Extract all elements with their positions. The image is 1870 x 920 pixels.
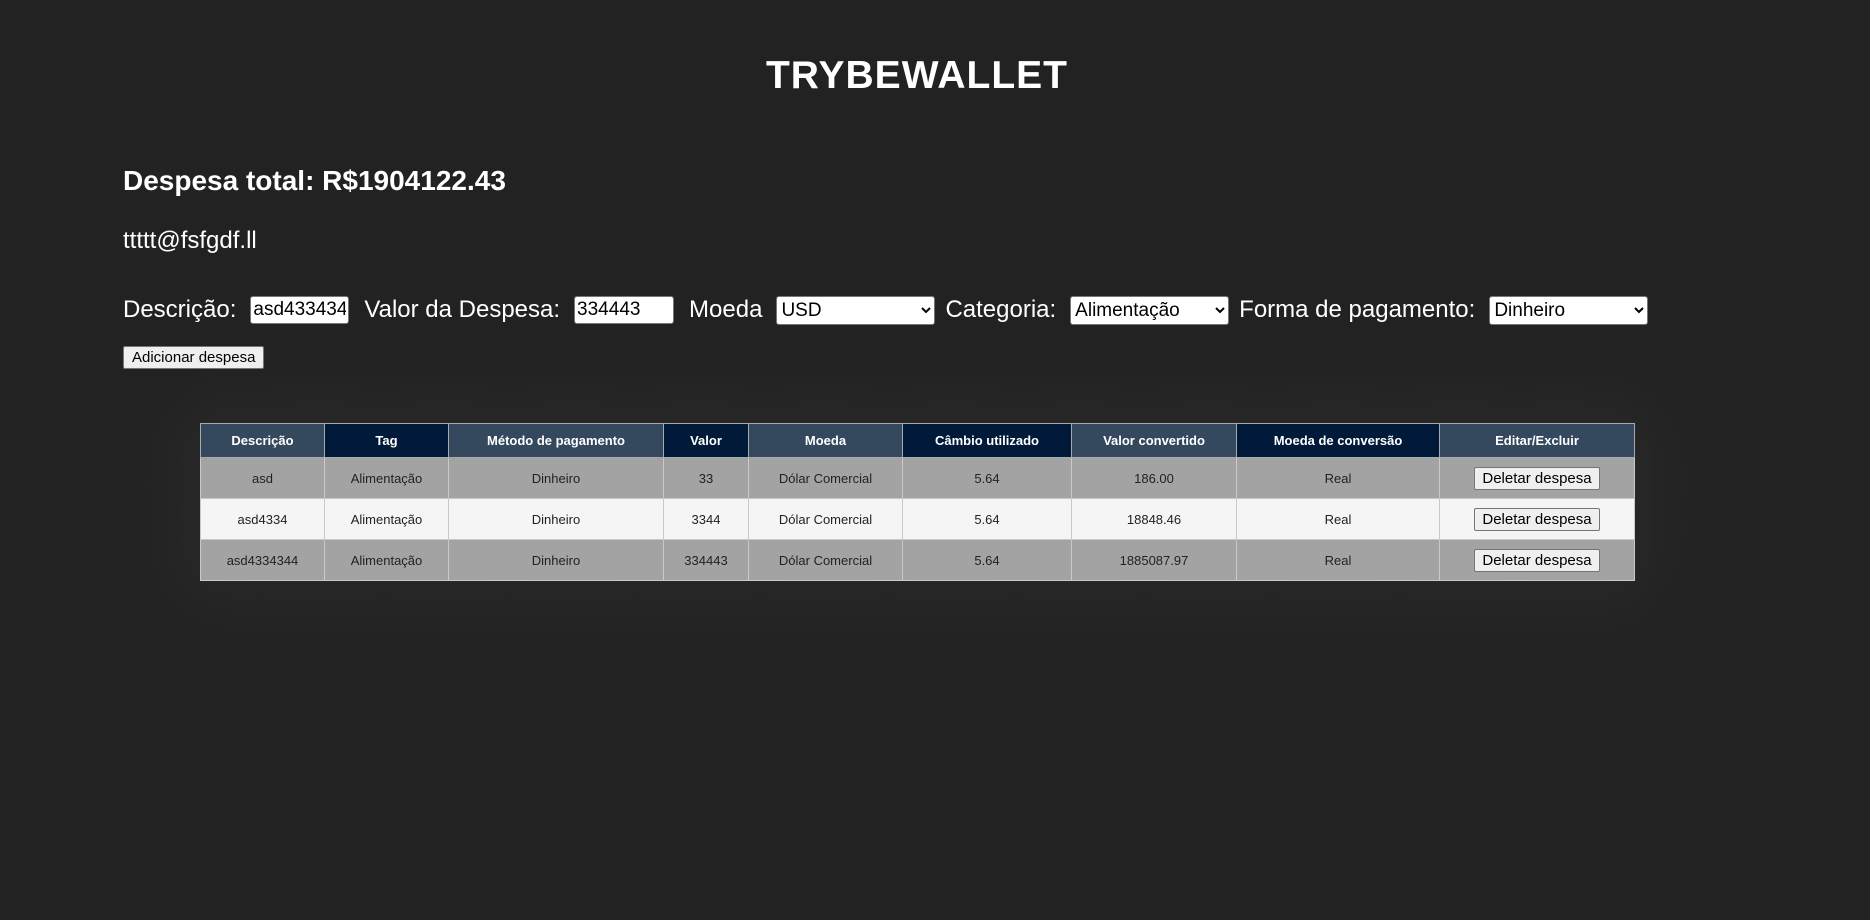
- currency-label: Moeda: [689, 296, 763, 323]
- delete-expense-button[interactable]: Deletar despesa: [1474, 507, 1600, 531]
- header-payment-method: Método de pagamento: [448, 423, 664, 458]
- cell-currency: Dólar Comercial: [748, 498, 903, 540]
- header-value: Valor: [663, 423, 749, 458]
- expense-form: Descrição: Valor da Despesa: Moeda USD C…: [123, 294, 1658, 326]
- cell-exchange-rate: 5.64: [902, 539, 1072, 581]
- expense-table-container: Descrição Tag Método de pagamento Valor …: [200, 423, 1635, 581]
- cell-payment-method: Dinheiro: [448, 457, 664, 499]
- cell-exchange-rate: 5.64: [902, 498, 1072, 540]
- cell-actions: Deletar despesa: [1439, 498, 1635, 540]
- cell-currency: Dólar Comercial: [748, 457, 903, 499]
- cell-value: 33: [663, 457, 749, 499]
- app-title: TRYBEWALLET: [765, 54, 1069, 97]
- total-expense: Despesa total: R$1904122.43: [123, 165, 506, 196]
- table-row: asd4334344 Alimentação Dinheiro 334443 D…: [200, 539, 1635, 581]
- cell-description: asd4334344: [200, 539, 325, 581]
- header-edit-delete: Editar/Excluir: [1439, 423, 1635, 458]
- cell-description: asd: [200, 457, 325, 499]
- table-row: asd4334 Alimentação Dinheiro 3344 Dólar …: [200, 498, 1635, 540]
- cell-converted-value: 18848.46: [1071, 498, 1237, 540]
- cell-currency: Dólar Comercial: [748, 539, 903, 581]
- cell-value: 334443: [663, 539, 749, 581]
- category-select[interactable]: Alimentação: [1070, 295, 1230, 325]
- cell-actions: Deletar despesa: [1439, 539, 1635, 581]
- value-input[interactable]: [574, 296, 675, 324]
- cell-value: 3344: [663, 498, 749, 540]
- delete-expense-button[interactable]: Deletar despesa: [1474, 466, 1600, 490]
- cell-tag: Alimentação: [324, 539, 449, 581]
- header-description: Descrição: [200, 423, 325, 458]
- header-tag: Tag: [324, 423, 449, 458]
- currency-select[interactable]: USD: [776, 295, 936, 325]
- cell-conversion-currency: Real: [1236, 457, 1440, 499]
- table-header-row: Descrição Tag Método de pagamento Valor …: [200, 423, 1635, 458]
- header-currency: Moeda: [748, 423, 903, 458]
- cell-conversion-currency: Real: [1236, 498, 1440, 540]
- cell-payment-method: Dinheiro: [448, 539, 664, 581]
- cell-exchange-rate: 5.64: [902, 457, 1072, 499]
- table-row: asd Alimentação Dinheiro 33 Dólar Comerc…: [200, 457, 1635, 499]
- payment-select[interactable]: Dinheiro: [1489, 295, 1649, 325]
- cell-tag: Alimentação: [324, 457, 449, 499]
- expense-table: Descrição Tag Método de pagamento Valor …: [200, 423, 1635, 581]
- cell-conversion-currency: Real: [1236, 539, 1440, 581]
- value-label: Valor da Despesa:: [364, 296, 561, 323]
- cell-actions: Deletar despesa: [1439, 457, 1635, 499]
- user-email: ttttt@fsfgdf.ll: [123, 227, 257, 254]
- cell-converted-value: 186.00: [1071, 457, 1237, 499]
- cell-payment-method: Dinheiro: [448, 498, 664, 540]
- header-converted-value: Valor convertido: [1071, 423, 1237, 458]
- header-conversion-currency: Moeda de conversão: [1236, 423, 1440, 458]
- add-expense-button[interactable]: Adicionar despesa: [123, 346, 265, 369]
- header-exchange-rate: Câmbio utilizado: [902, 423, 1072, 458]
- payment-label: Forma de pagamento:: [1239, 296, 1476, 323]
- description-input[interactable]: [250, 296, 350, 324]
- delete-expense-button[interactable]: Deletar despesa: [1474, 548, 1600, 572]
- cell-tag: Alimentação: [324, 498, 449, 540]
- description-label: Descrição:: [123, 296, 237, 323]
- cell-description: asd4334: [200, 498, 325, 540]
- cell-converted-value: 1885087.97: [1071, 539, 1237, 581]
- category-label: Categoria:: [945, 296, 1057, 323]
